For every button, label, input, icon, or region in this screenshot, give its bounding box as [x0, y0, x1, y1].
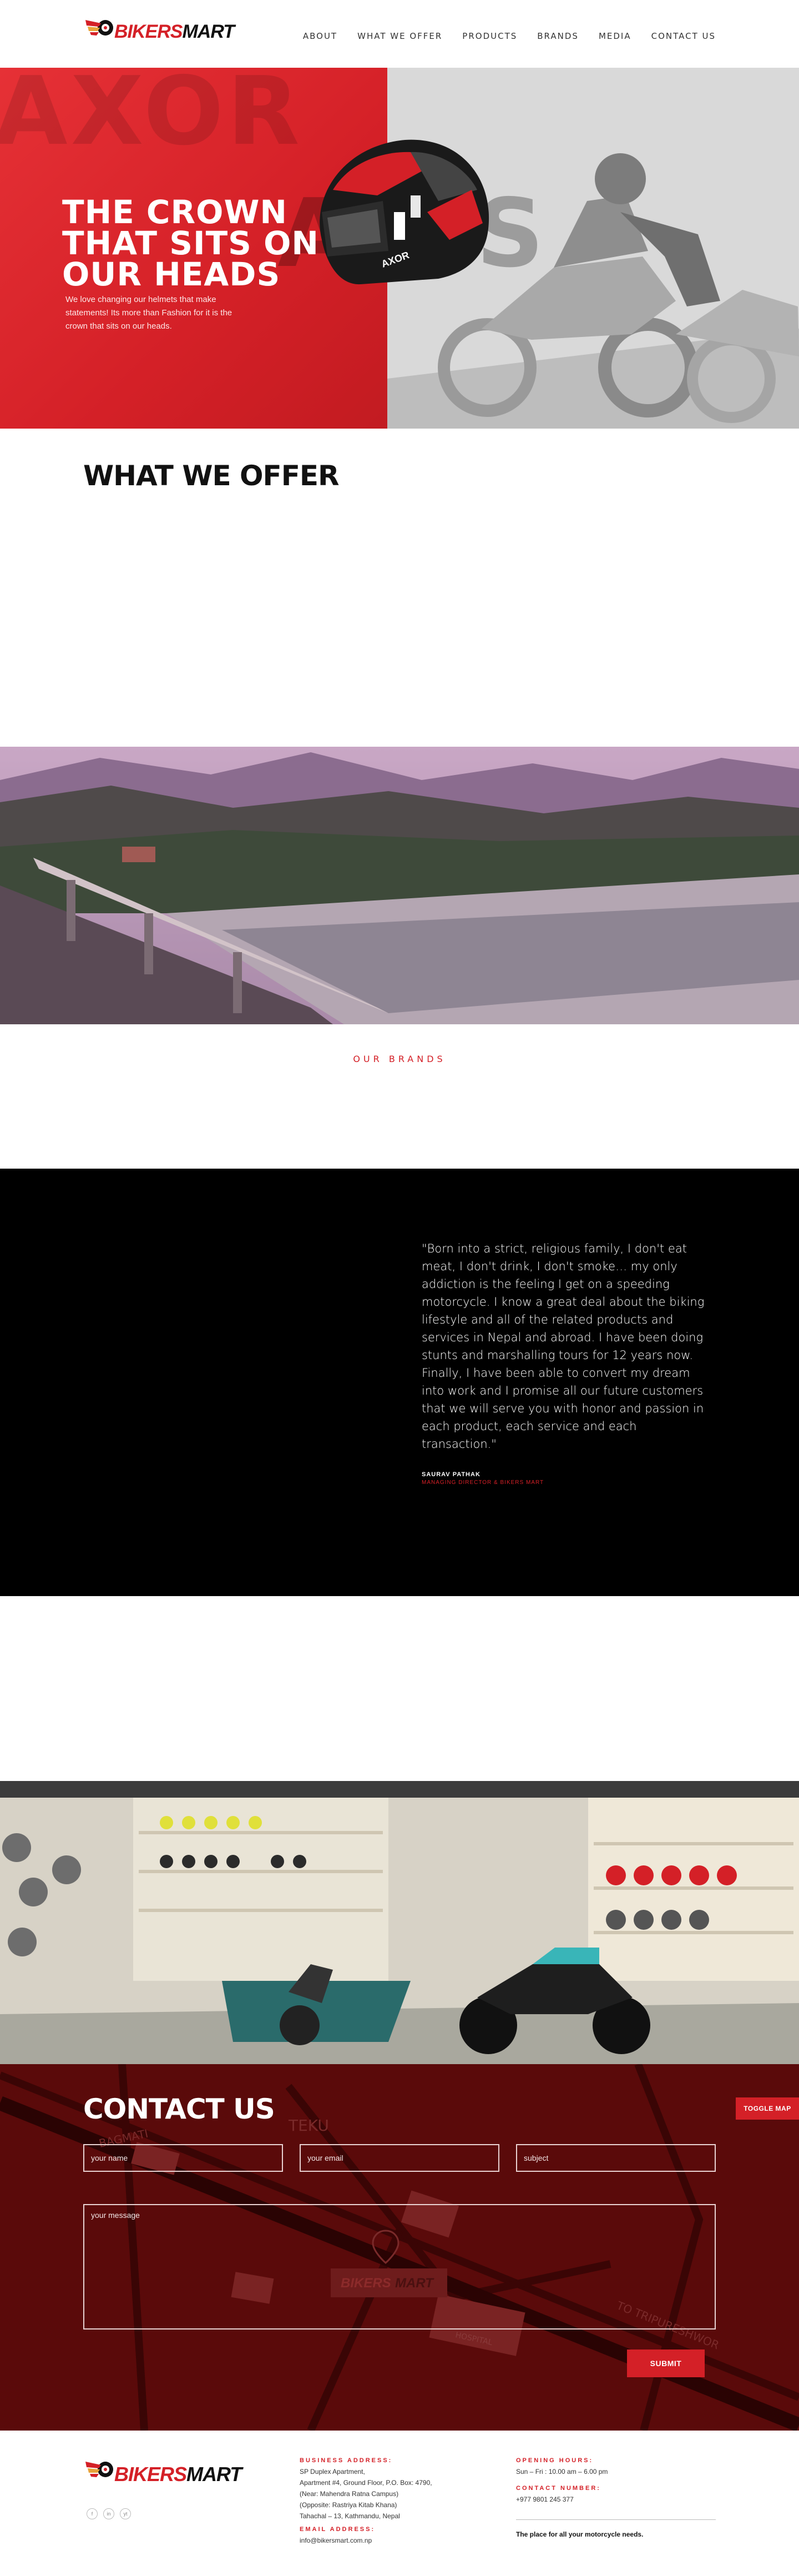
contact-number[interactable]: +977 9801 245 377 — [516, 2494, 574, 2505]
nav-about[interactable]: ABOUT — [303, 31, 337, 41]
landscape-image — [0, 747, 799, 1024]
what-we-offer-heading: WHAT WE OFFER — [83, 460, 340, 492]
our-brands-heading: OUR BRANDS — [353, 1054, 446, 1064]
address-line: Tahachal – 13, Kathmandu, Nepal — [300, 2512, 400, 2520]
submit-button[interactable]: SUBMIT — [627, 2349, 705, 2377]
message-textarea[interactable] — [83, 2204, 716, 2330]
helmet-image: AXOR — [320, 139, 489, 285]
address-line: (Opposite: Rastriya Kitab Khana) — [300, 2501, 397, 2509]
testimonial-section: "Born into a strict, religious family, I… — [0, 1169, 799, 1596]
facebook-icon[interactable]: f — [87, 2508, 98, 2519]
instagram-icon[interactable]: in — [103, 2508, 114, 2519]
hero-title-line-3: OUR HEADS — [62, 255, 281, 293]
nav-contact-us[interactable]: CONTACT US — [651, 31, 716, 41]
page: BIKERSMART ABOUT WHAT WE OFFER PRODUCTS … — [0, 0, 799, 2576]
logo-text-mart: MART — [182, 21, 235, 42]
main-nav: ABOUT WHAT WE OFFER PRODUCTS BRANDS MEDI… — [303, 31, 716, 41]
nav-what-we-offer[interactable]: WHAT WE OFFER — [357, 31, 442, 41]
contact-section: TEKU BAGMATI TO TRIPURESHWOR HOSPITAL BI… — [0, 2064, 799, 2431]
site-logo[interactable]: BIKERSMART — [84, 12, 235, 43]
footer-winged-wheel-icon — [85, 2462, 113, 2477]
footer-divider — [516, 2519, 716, 2520]
toggle-map-button[interactable]: TOGGLE MAP — [736, 2097, 799, 2120]
hero-section: AXOR S A AXOR THE CROWN THAT SITS ON OUR… — [0, 68, 799, 429]
business-address-label: BUSINESS ADDRESS: — [300, 2457, 393, 2464]
nav-products[interactable]: PRODUCTS — [462, 31, 517, 41]
hero-description: We love changing our helmets that make s… — [65, 295, 232, 331]
logo-text-bikers: BIKERS — [114, 21, 183, 42]
nav-media[interactable]: MEDIA — [599, 31, 631, 41]
opening-hours: Sun – Fri : 10.00 am – 6.00 pm — [516, 2468, 608, 2476]
contact-heading: CONTACT US — [83, 2093, 275, 2125]
footer-logo-bikers: BIKERS — [114, 2463, 187, 2486]
hero-ghost-letters: AXOR — [0, 68, 303, 167]
site-footer: BIKERSMART f in yt BUSINESS ADDRESS: SP … — [0, 2431, 799, 2576]
name-input[interactable] — [83, 2144, 283, 2172]
address-line: SP Duplex Apartment, — [300, 2468, 365, 2476]
store-image — [0, 1781, 799, 2064]
testimonial-author: SAURAV PATHAK — [422, 1471, 481, 1478]
nav-brands[interactable]: BRANDS — [537, 31, 579, 41]
store-interior-photo — [0, 1781, 799, 2064]
email-address-label: EMAIL ADDRESS: — [300, 2526, 376, 2533]
bridge-river-photo — [0, 747, 799, 1024]
address-line: (Near: Mahendra Ratna Campus) — [300, 2490, 399, 2498]
site-header: BIKERSMART ABOUT WHAT WE OFFER PRODUCTS … — [0, 0, 799, 68]
footer-logo-mart: MART — [186, 2463, 242, 2486]
youtube-icon[interactable]: yt — [120, 2508, 131, 2519]
social-links: f in yt — [87, 2508, 131, 2519]
map-label-teku: TEKU — [288, 2116, 329, 2135]
subject-input[interactable] — [516, 2144, 716, 2172]
email-address-link[interactable]: info@bikersmart.com.np — [300, 2535, 372, 2546]
business-address: SP Duplex Apartment, Apartment #4, Groun… — [300, 2466, 432, 2522]
footer-tagline: The place for all your motorcycle needs. — [516, 2530, 644, 2538]
email-input[interactable] — [300, 2144, 499, 2172]
contact-number-label: CONTACT NUMBER: — [516, 2485, 601, 2492]
footer-logo[interactable]: BIKERSMART — [84, 2453, 242, 2486]
winged-wheel-icon — [85, 19, 113, 36]
testimonial-role: MANAGING DIRECTOR & BIKERS MART — [422, 1480, 544, 1486]
opening-hours-label: OPENING HOURS: — [516, 2457, 594, 2464]
hero-title: THE CROWN THAT SITS ON OUR HEADS — [62, 196, 319, 293]
testimonial-quote: "Born into a strict, religious family, I… — [422, 1242, 705, 1451]
address-line: Apartment #4, Ground Floor, P.O. Box: 47… — [300, 2479, 432, 2487]
